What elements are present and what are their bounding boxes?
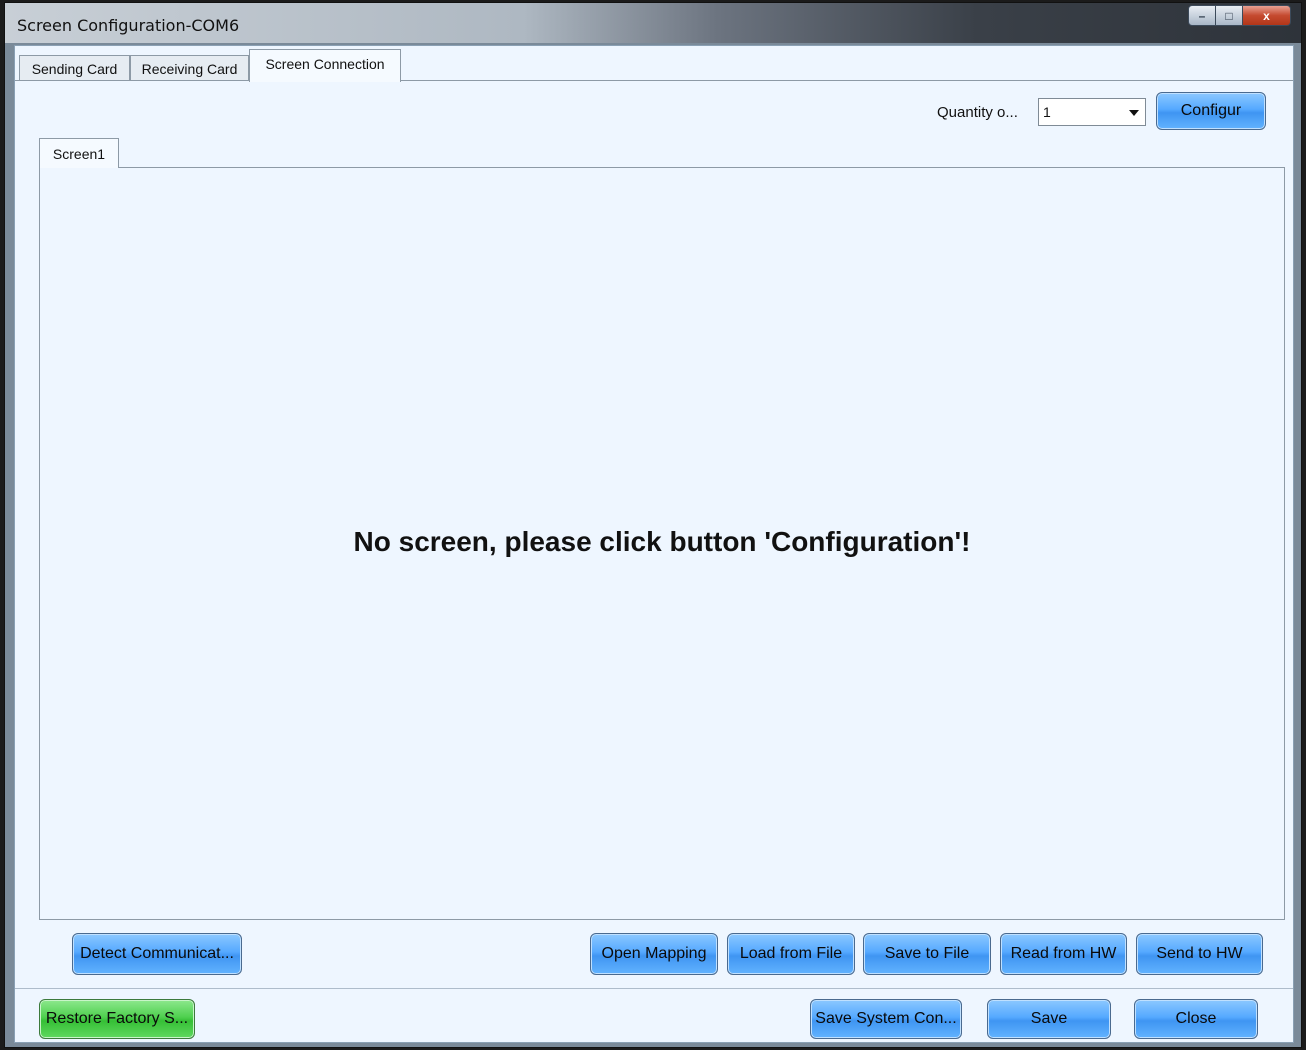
save-system-config-button[interactable]: Save System Con...: [810, 999, 962, 1039]
title-bar[interactable]: Screen Configuration-COM6 – □ x: [5, 3, 1301, 43]
maximize-icon[interactable]: □: [1216, 5, 1243, 26]
configure-button[interactable]: Configur: [1156, 92, 1266, 130]
empty-state-message: No screen, please click button 'Configur…: [353, 526, 971, 557]
screen-panel: No screen, please click button 'Configur…: [39, 167, 1285, 920]
close-icon[interactable]: x: [1243, 5, 1291, 26]
chevron-down-icon: [1129, 110, 1139, 116]
footer-divider: [15, 988, 1293, 989]
tab-divider: [15, 80, 1293, 81]
tab-screen1[interactable]: Screen1: [39, 138, 119, 168]
window-title: Screen Configuration-COM6: [17, 16, 240, 35]
tab-receiving-card[interactable]: Receiving Card: [130, 55, 249, 81]
restore-factory-settings-button[interactable]: Restore Factory S...: [39, 999, 195, 1039]
save-to-file-button[interactable]: Save to File: [863, 933, 991, 975]
client-area: Sending Card Receiving Card Screen Conne…: [14, 45, 1294, 1043]
quantity-label: Quantity o...: [937, 104, 1018, 121]
tab-screen-connection[interactable]: Screen Connection: [249, 49, 401, 82]
send-to-hw-button[interactable]: Send to HW: [1136, 933, 1263, 975]
open-mapping-button[interactable]: Open Mapping: [590, 933, 718, 975]
app-window: Screen Configuration-COM6 – □ x Sending …: [4, 2, 1302, 1048]
read-from-hw-button[interactable]: Read from HW: [1000, 933, 1127, 975]
detect-communication-button[interactable]: Detect Communicat...: [72, 933, 242, 975]
quantity-select[interactable]: 1: [1038, 98, 1146, 126]
quantity-value: 1: [1043, 104, 1051, 120]
save-button[interactable]: Save: [987, 999, 1111, 1039]
load-from-file-button[interactable]: Load from File: [727, 933, 855, 975]
close-button[interactable]: Close: [1134, 999, 1258, 1039]
minimize-icon[interactable]: –: [1188, 5, 1216, 26]
window-controls: – □ x: [1188, 5, 1291, 27]
tab-sending-card[interactable]: Sending Card: [19, 55, 130, 81]
